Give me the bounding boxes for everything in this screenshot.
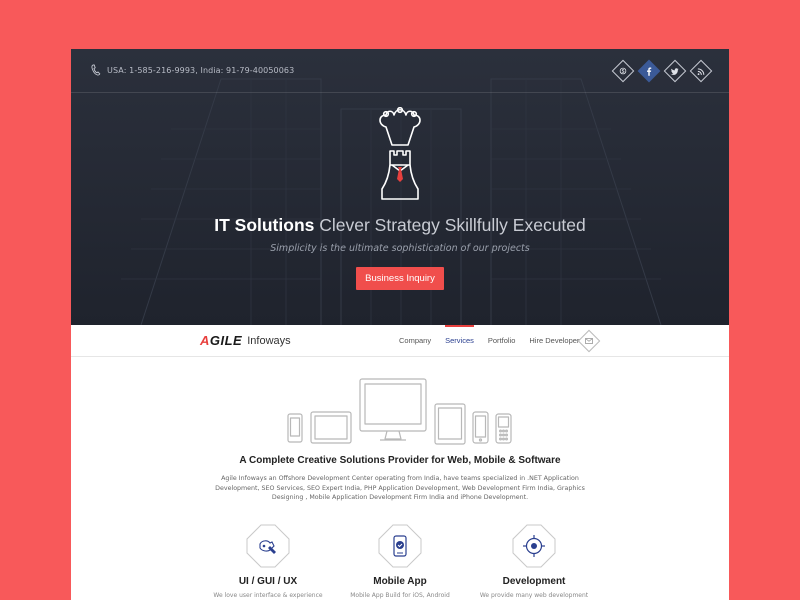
service-title: Development xyxy=(502,576,566,587)
social-links xyxy=(611,59,713,83)
service-subtitle: We love user interface & experience xyxy=(213,592,323,599)
service-mobile-app[interactable]: Mobile App Mobile App Build for iOS, And… xyxy=(335,524,465,599)
envelope-icon xyxy=(585,338,593,344)
section-title: A Complete Creative Solutions Provider f… xyxy=(239,455,561,466)
twitter-icon xyxy=(671,67,679,75)
nav-menu: Company Services Portfolio Hire Develope… xyxy=(399,325,579,357)
phone-icon xyxy=(91,64,101,76)
section-description: Agile Infoways an Offshore Development C… xyxy=(215,475,585,501)
skype-icon xyxy=(619,67,627,75)
service-development[interactable]: Development We provide many web developm… xyxy=(469,524,599,599)
devices-illustration xyxy=(287,378,512,445)
service-subtitle: Mobile App Build for iOS, Android xyxy=(350,592,450,599)
brand-logo[interactable]: AGILE Infoways xyxy=(200,333,291,348)
mail-button[interactable] xyxy=(577,329,601,353)
rss-icon xyxy=(697,67,705,75)
contact-phone: USA: 1-585-216-9993, India: 91-79-400500… xyxy=(91,64,294,76)
hero-tagline: Simplicity is the ultimate sophisticatio… xyxy=(270,243,530,254)
brand-wordmark: AGILE xyxy=(200,333,242,348)
facebook-icon xyxy=(647,67,652,76)
rss-button[interactable] xyxy=(689,59,713,83)
page-frame: USA: 1-585-216-9993, India: 91-79-400500… xyxy=(71,49,729,600)
pen-tool-icon xyxy=(246,524,290,568)
brand-letter-a: A xyxy=(200,333,210,348)
phone-text: USA: 1-585-216-9993, India: 91-79-400500… xyxy=(107,65,295,75)
main-navigation: AGILE Infoways Company Services Portfoli… xyxy=(71,325,729,357)
mobile-app-icon xyxy=(378,524,422,568)
facebook-button[interactable] xyxy=(637,59,661,83)
service-title: UI / GUI / UX xyxy=(238,576,298,587)
chess-rook-logo xyxy=(379,107,421,200)
hero-headline: IT Solutions Clever Strategy Skillfully … xyxy=(71,215,729,236)
nav-item-portfolio[interactable]: Portfolio xyxy=(488,325,516,357)
business-inquiry-button[interactable]: Business Inquiry xyxy=(356,267,444,290)
skype-button[interactable] xyxy=(611,59,635,83)
development-icon xyxy=(512,524,556,568)
service-subtitle: We provide many web development xyxy=(479,592,589,599)
hero-section: USA: 1-585-216-9993, India: 91-79-400500… xyxy=(71,49,729,325)
service-ui-gui-ux[interactable]: UI / GUI / UX We love user interface & e… xyxy=(203,524,333,599)
top-bar: USA: 1-585-216-9993, India: 91-79-400500… xyxy=(71,49,729,93)
brand-letters: GILE xyxy=(209,333,243,348)
nav-item-hire-developer[interactable]: Hire Developer xyxy=(529,325,579,357)
brand-suffix: Infoways xyxy=(247,334,291,347)
twitter-button[interactable] xyxy=(663,59,687,83)
headline-bold: IT Solutions xyxy=(214,215,315,235)
nav-item-services[interactable]: Services xyxy=(445,325,474,357)
headline-light: Clever Strategy Skillfully Executed xyxy=(319,215,586,235)
nav-item-company[interactable]: Company xyxy=(399,325,431,357)
service-title: Mobile App xyxy=(373,576,427,587)
